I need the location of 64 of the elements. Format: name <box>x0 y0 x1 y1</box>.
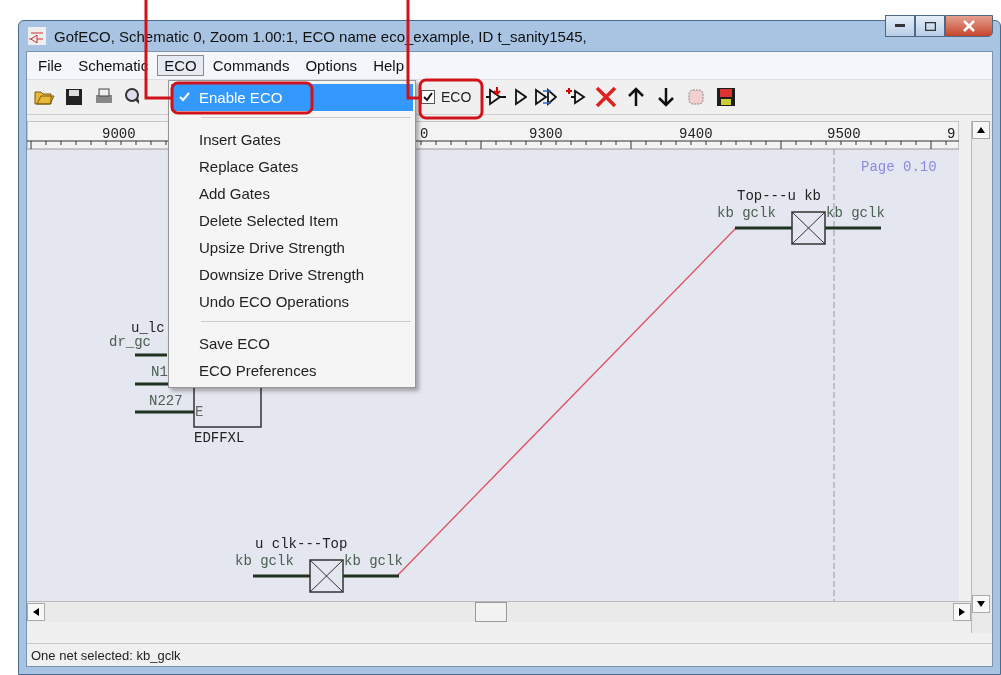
close-icon <box>963 20 975 32</box>
save-eco-icon[interactable] <box>715 86 738 108</box>
menu-option[interactable]: Upsize Drive Strength <box>171 234 413 261</box>
menu-item[interactable]: File <box>31 55 70 76</box>
port-symbol[interactable] <box>791 211 826 245</box>
ruler-label: 9300 <box>529 126 563 142</box>
menu-option[interactable]: Downsize Drive Strength <box>171 261 413 288</box>
checkmark-icon <box>179 92 190 102</box>
wire[interactable] <box>825 226 881 230</box>
pin-label: kb gclk <box>717 205 776 221</box>
wire[interactable] <box>343 574 399 578</box>
ruler-label: 0 <box>420 126 429 142</box>
vertical-scrollbar[interactable] <box>971 121 992 633</box>
maximize-icon <box>924 21 936 31</box>
menu-item[interactable]: ECO <box>157 55 204 76</box>
pin-label: E <box>195 404 204 420</box>
wire[interactable] <box>135 353 167 357</box>
page-label: Page 0.10 <box>861 159 937 175</box>
scroll-right-icon[interactable] <box>953 603 971 621</box>
port-symbol[interactable] <box>309 559 344 593</box>
scroll-thumb[interactable] <box>475 602 507 622</box>
eco-checkbox[interactable]: ECO <box>421 89 472 105</box>
gate-icon[interactable] <box>515 86 528 108</box>
scroll-up-icon[interactable] <box>972 121 990 139</box>
menu-option[interactable]: Add Gates <box>171 180 413 207</box>
close-button[interactable] <box>945 15 993 37</box>
pin-label: dr_gc <box>109 334 151 350</box>
wire[interactable] <box>135 410 194 414</box>
minimize-icon <box>895 24 905 28</box>
ruler-label: 9500 <box>827 126 861 142</box>
scroll-down-icon[interactable] <box>972 595 990 613</box>
menu-option[interactable]: ECO Preferences <box>171 357 413 384</box>
status-bar: One net selected: kb_gclk <box>27 643 992 666</box>
horizontal-scrollbar[interactable] <box>27 601 971 622</box>
minimize-button[interactable] <box>885 15 915 37</box>
net-label: N227 <box>149 393 183 409</box>
instance-name: u_lc <box>131 320 165 336</box>
insert-gate-icon[interactable] <box>485 86 508 108</box>
menu-option[interactable]: Insert Gates <box>171 126 413 153</box>
net-label: N1 <box>151 364 168 380</box>
delete-icon[interactable] <box>595 86 618 108</box>
highlight-frame <box>418 78 484 120</box>
wire[interactable] <box>735 226 792 230</box>
menu-item[interactable]: Options <box>298 55 365 76</box>
save-icon[interactable] <box>63 86 85 108</box>
menu-option[interactable]: Replace Gates <box>171 153 413 180</box>
ruler-label: 9 <box>947 126 956 142</box>
scroll-left-icon[interactable] <box>27 603 45 621</box>
pin-label: kb gclk <box>826 205 885 221</box>
menu-item[interactable]: Help <box>366 55 411 76</box>
menu-option[interactable]: Delete Selected Item <box>171 207 413 234</box>
pin-label: kb gclk <box>235 553 294 569</box>
menu-option[interactable]: Undo ECO Operations <box>171 288 413 315</box>
ruler-label: 9400 <box>679 126 713 142</box>
replace-gate-icon[interactable] <box>535 86 558 108</box>
cell-name: EDFFXL <box>194 430 245 446</box>
wire[interactable] <box>253 574 310 578</box>
instance-name: Top---u kb <box>737 188 821 204</box>
menu-item[interactable]: Commands <box>205 55 297 76</box>
ruler-label: 9000 <box>102 126 136 142</box>
maximize-button[interactable] <box>915 15 945 37</box>
pin-label: kb gclk <box>344 553 403 569</box>
menu-option[interactable]: Save ECO <box>171 330 413 357</box>
instance-name: u clk---Top <box>255 536 348 552</box>
